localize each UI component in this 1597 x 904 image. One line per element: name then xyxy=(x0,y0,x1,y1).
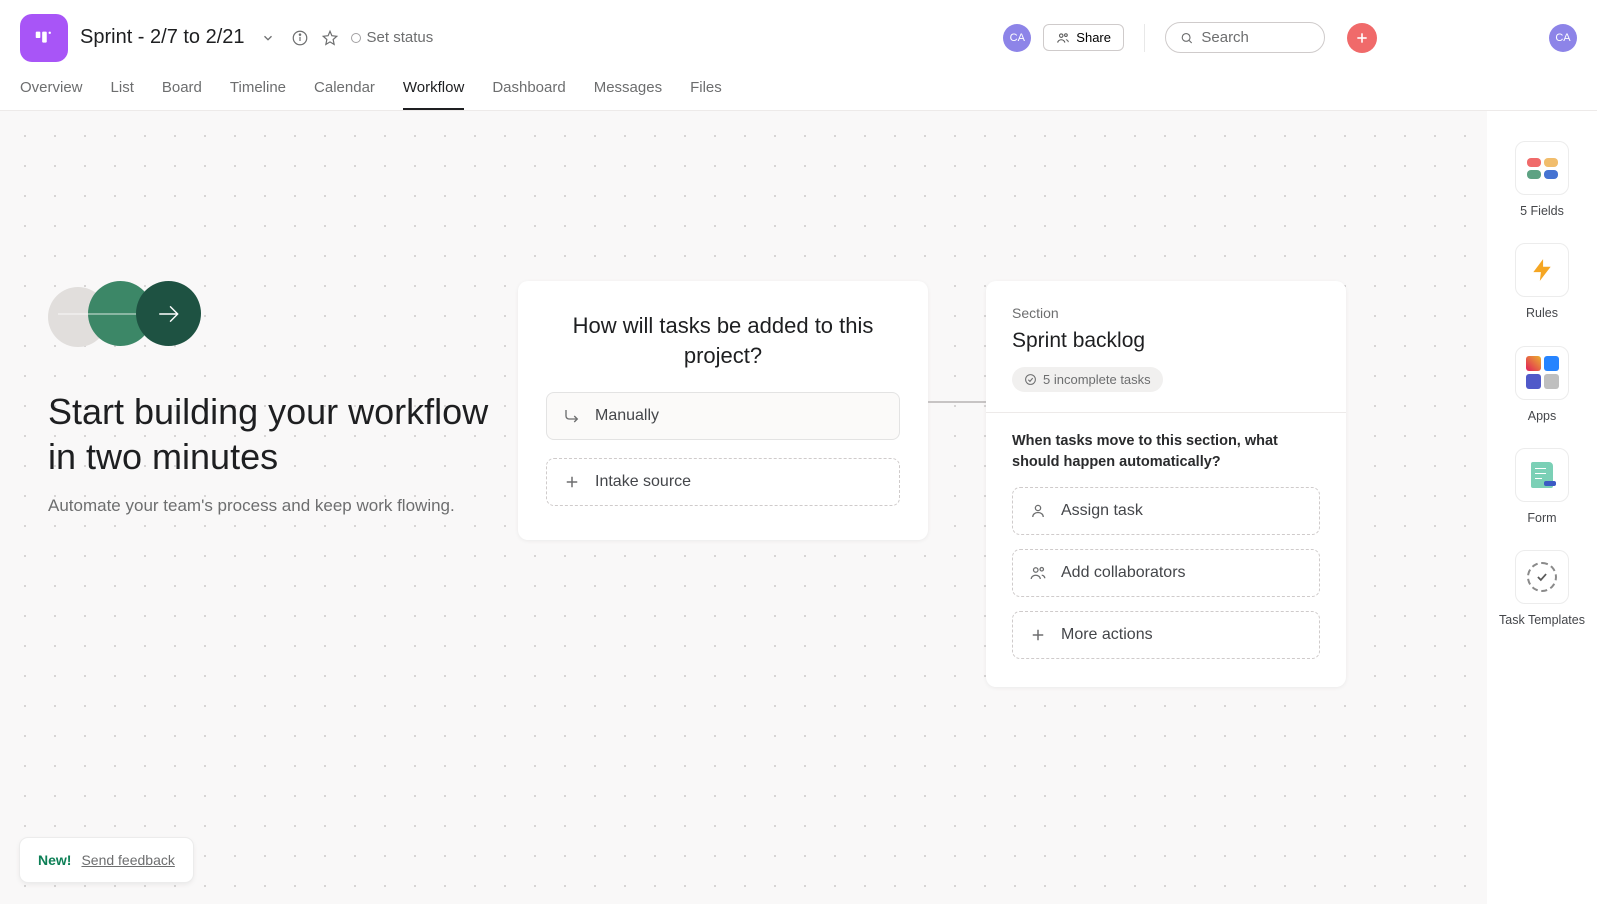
info-icon[interactable] xyxy=(291,29,309,47)
option-intake-label: Intake source xyxy=(595,473,691,491)
form-icon xyxy=(1531,462,1553,488)
incomplete-badge[interactable]: 5 incomplete tasks xyxy=(1012,367,1163,392)
global-add-button[interactable] xyxy=(1347,23,1377,53)
check-circle-icon xyxy=(1024,373,1037,386)
tab-calendar[interactable]: Calendar xyxy=(314,73,375,110)
rail-rules[interactable]: Rules xyxy=(1515,243,1569,321)
divider xyxy=(1144,24,1145,52)
tab-messages[interactable]: Messages xyxy=(594,73,662,110)
tab-board[interactable]: Board xyxy=(162,73,202,110)
status-dot-icon xyxy=(351,33,361,43)
apps-icon xyxy=(1526,356,1559,389)
send-feedback-link[interactable]: Send feedback xyxy=(81,852,174,868)
workflow-canvas[interactable]: Start building your workflow in two minu… xyxy=(0,111,1487,904)
hero-subtitle: Automate your team's process and keep wo… xyxy=(48,493,498,519)
rail-form-label: Form xyxy=(1527,510,1556,526)
tab-files[interactable]: Files xyxy=(690,73,722,110)
incomplete-badge-label: 5 incomplete tasks xyxy=(1043,372,1151,387)
rail-apps-label: Apps xyxy=(1528,408,1557,424)
automation-question: When tasks move to this section, what sh… xyxy=(986,431,1346,487)
project-icon[interactable] xyxy=(20,14,68,62)
add-tasks-card: How will tasks be added to this project?… xyxy=(518,281,928,540)
connector-line xyxy=(928,401,988,403)
set-status-label: Set status xyxy=(367,29,434,46)
board-icon xyxy=(33,27,55,49)
feedback-pill: New! Send feedback xyxy=(20,838,193,882)
action-add-collaborators[interactable]: Add collaborators xyxy=(1012,549,1320,597)
tab-timeline[interactable]: Timeline xyxy=(230,73,286,110)
rail-task-templates[interactable]: Task Templates xyxy=(1499,550,1585,628)
people-icon xyxy=(1056,31,1070,45)
member-avatar[interactable]: CA xyxy=(1003,24,1031,52)
lightning-icon xyxy=(1529,257,1555,283)
plus-icon xyxy=(563,473,581,491)
plus-icon xyxy=(1354,30,1370,46)
share-label: Share xyxy=(1076,30,1111,45)
fields-icon xyxy=(1527,158,1558,179)
option-intake-source[interactable]: Intake source xyxy=(546,458,900,506)
hero-illustration xyxy=(48,281,498,361)
user-avatar[interactable]: CA xyxy=(1549,24,1577,52)
rail-templates-label: Task Templates xyxy=(1499,612,1585,628)
option-manually[interactable]: Manually xyxy=(546,392,900,440)
tab-dashboard[interactable]: Dashboard xyxy=(492,73,565,110)
right-rail: 5 Fields Rules Apps xyxy=(1487,111,1597,904)
add-tasks-heading: How will tasks be added to this project? xyxy=(546,311,900,370)
rail-form[interactable]: Form xyxy=(1515,448,1569,526)
plus-icon xyxy=(1029,626,1047,644)
section-card: Section Sprint backlog 5 incomplete task… xyxy=(986,281,1346,687)
main-area: Start building your workflow in two minu… xyxy=(0,111,1597,904)
action-more[interactable]: More actions xyxy=(1012,611,1320,659)
feedback-new-badge: New! xyxy=(38,852,71,868)
tab-overview[interactable]: Overview xyxy=(20,73,83,110)
tab-workflow[interactable]: Workflow xyxy=(403,73,464,110)
app-header: Sprint - 2/7 to 2/21 Set status CA Share… xyxy=(0,0,1597,65)
hero-title: Start building your workflow in two minu… xyxy=(48,389,498,479)
hero-block: Start building your workflow in two minu… xyxy=(48,281,498,519)
project-title[interactable]: Sprint - 2/7 to 2/21 xyxy=(80,26,245,49)
arrow-right-icon xyxy=(156,301,182,327)
search-input-wrap[interactable] xyxy=(1165,22,1325,53)
person-icon xyxy=(1029,502,1047,520)
chevron-down-icon[interactable] xyxy=(257,27,279,49)
share-button[interactable]: Share xyxy=(1043,24,1124,51)
rail-fields[interactable]: 5 Fields xyxy=(1515,141,1569,219)
enter-icon xyxy=(563,407,581,425)
tab-list[interactable]: List xyxy=(111,73,134,110)
people-icon xyxy=(1029,564,1047,582)
search-input[interactable] xyxy=(1201,29,1310,46)
search-icon xyxy=(1180,30,1193,46)
section-title[interactable]: Sprint backlog xyxy=(1012,329,1320,353)
template-icon xyxy=(1527,562,1557,592)
rail-apps[interactable]: Apps xyxy=(1515,346,1569,424)
action-assign-label: Assign task xyxy=(1061,502,1143,520)
divider xyxy=(986,412,1346,413)
star-icon[interactable] xyxy=(321,29,339,47)
project-tabs: Overview List Board Timeline Calendar Wo… xyxy=(0,65,1597,111)
option-manually-label: Manually xyxy=(595,407,659,425)
set-status-button[interactable]: Set status xyxy=(351,29,434,46)
rail-fields-label: 5 Fields xyxy=(1520,203,1564,219)
action-collab-label: Add collaborators xyxy=(1061,564,1186,582)
action-more-label: More actions xyxy=(1061,626,1153,644)
action-assign-task[interactable]: Assign task xyxy=(1012,487,1320,535)
rail-rules-label: Rules xyxy=(1526,305,1558,321)
section-label: Section xyxy=(1012,305,1320,321)
